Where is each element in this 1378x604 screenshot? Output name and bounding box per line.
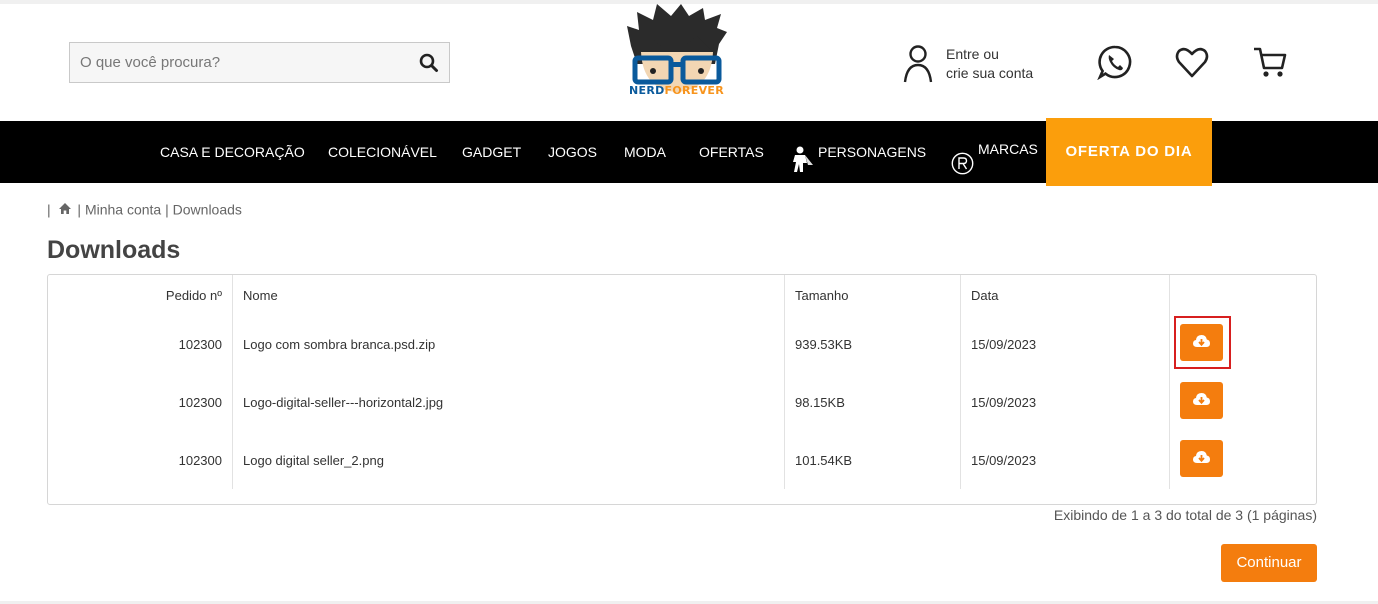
nav-label-marcas: MARCAS — [978, 141, 1038, 157]
row-order: 102300 — [178, 337, 222, 352]
row-name: Logo-digital-seller---horizontal2.jpg — [243, 395, 444, 410]
nav-item-casa-decoracao[interactable]: CASA E DECORAÇÃO — [160, 121, 305, 183]
nav-item-personagens[interactable]: PERSONAGENS — [791, 121, 927, 183]
downloads-table: Pedido nº Nome Tamanho Data 102300 Logo … — [47, 274, 1317, 505]
column-divider — [784, 275, 785, 489]
column-divider — [1169, 275, 1170, 489]
breadcrumb: | | Minha conta | Downloads — [47, 200, 242, 217]
header-pedido: Pedido nº — [165, 288, 222, 303]
user-icon — [903, 45, 933, 83]
nav-label-personagens: PERSONAGENS — [818, 144, 927, 160]
row-order: 102300 — [178, 453, 222, 468]
pagination-summary: Exibindo de 1 a 3 do total de 3 (1 págin… — [1053, 507, 1317, 523]
row-name: Logo com sombra branca.psd.zip — [243, 337, 436, 352]
row-order: 102300 — [178, 395, 222, 410]
search-input[interactable] — [70, 43, 410, 82]
header-tamanho: Tamanho — [795, 288, 849, 303]
cloud-download-icon — [1193, 451, 1210, 463]
logo-wordmark: NERDFOREVER — [629, 84, 727, 97]
row-size: 98.15KB — [795, 395, 845, 410]
download-button[interactable] — [1180, 382, 1223, 419]
search-icon[interactable] — [417, 51, 441, 75]
account-link[interactable]: Entre ou crie sua conta — [903, 42, 1053, 86]
nav-item-moda[interactable]: MODA — [624, 121, 666, 183]
search-box — [69, 42, 450, 83]
account-line1: Entre ou — [946, 46, 999, 62]
page-title: Downloads — [47, 236, 181, 264]
row-date: 15/09/2023 — [971, 453, 1037, 468]
logo-text-forever: FOREVER — [664, 84, 724, 97]
character-icon — [791, 137, 815, 199]
row-date: 15/09/2023 — [971, 395, 1037, 410]
whatsapp-icon[interactable] — [1097, 44, 1133, 81]
row-size: 101.54KB — [795, 453, 853, 468]
nav-item-jogos[interactable]: JOGOS — [548, 121, 597, 183]
nav-item-colecionavel[interactable]: COLECIONÁVEL — [328, 121, 437, 183]
continue-button[interactable]: Continuar — [1221, 544, 1317, 582]
header-nome: Nome — [243, 288, 278, 303]
site-header: NERDFOREVER Entre ou crie sua conta — [0, 4, 1378, 121]
row-name: Logo digital seller_2.png — [243, 453, 384, 468]
download-button[interactable] — [1180, 440, 1223, 477]
column-divider — [960, 275, 961, 489]
breadcrumb-separator: | — [165, 201, 169, 218]
nav-item-ofertas[interactable]: OFERTAS — [699, 121, 764, 183]
cloud-download-icon — [1193, 335, 1210, 347]
download-button[interactable] — [1180, 324, 1223, 361]
breadcrumb-downloads[interactable]: Downloads — [173, 201, 242, 217]
home-icon[interactable] — [58, 202, 72, 216]
main-nav: CASA E DECORAÇÃO COLECIONÁVEL GADGET JOG… — [0, 118, 1378, 186]
column-divider — [232, 275, 233, 489]
header-data: Data — [971, 288, 999, 303]
cloud-download-icon — [1193, 393, 1210, 405]
logo-text-nerd: NERD — [629, 84, 665, 97]
oferta-do-dia-button[interactable]: OFERTA DO DIA — [1046, 118, 1212, 186]
nav-item-gadget[interactable]: GADGET — [462, 121, 521, 183]
row-date: 15/09/2023 — [971, 337, 1037, 352]
registered-icon — [951, 139, 974, 201]
breadcrumb-minha-conta[interactable]: Minha conta — [85, 201, 161, 217]
account-line2: crie sua conta — [946, 65, 1034, 81]
nav-item-marcas[interactable]: MARCAS — [951, 121, 1043, 183]
cart-icon[interactable] — [1252, 44, 1288, 80]
row-size: 939.53KB — [795, 337, 853, 352]
breadcrumb-separator: | — [47, 201, 51, 218]
heart-icon[interactable] — [1174, 44, 1210, 80]
breadcrumb-separator: | — [77, 201, 82, 218]
